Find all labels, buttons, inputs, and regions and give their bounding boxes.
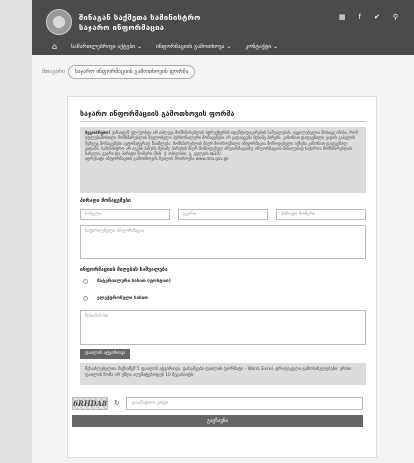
first-name-input[interactable]: სახელი [80, 209, 170, 220]
radio-electronic[interactable] [83, 296, 88, 301]
personal-id-input[interactable]: პირადი ნომერი [276, 209, 366, 220]
notice-footer: ადრესატი ინფორმაციის გამოთხოვის მეილის მ… [85, 156, 229, 162]
requested-info-textarea[interactable]: საჭიროებული ინფორმაცია [80, 225, 366, 259]
notice-box: მეგობრებო! ვინაიდან ელ-ფოსტა არ იძლევა მ… [80, 127, 366, 193]
breadcrumb-current: საჯარო ინფორმაციის გამოთხოვის ფორმა [67, 65, 196, 79]
refresh-captcha-icon[interactable]: ↻ [114, 399, 120, 407]
radio-post-label: მატერიალური სახით (ფოსტით) [97, 279, 171, 284]
breadcrumb-home[interactable]: მთავარი [42, 69, 65, 75]
last-name-input[interactable]: გვარი [178, 209, 268, 220]
upload-button[interactable]: ფაილის ატვირთვა [80, 349, 130, 359]
captcha-input[interactable]: დაამატოთ კოდი [126, 397, 363, 410]
captcha-image: 6RHDA8 [72, 397, 108, 410]
home-icon[interactable]: ⌂ [52, 42, 57, 51]
upload-info: შესაძლებელია მაქსიმუმ 5 ფაილის ატვირთვა,… [80, 363, 366, 385]
breadcrumb: მთავარი საჯარო ინფორმაციის გამოთხოვის ფო… [42, 65, 196, 79]
nav-item-legal-acts[interactable]: სამართლებრივი აქტები [71, 43, 142, 50]
delivery-option-electronic[interactable]: ელექტრონული სახით [83, 296, 148, 301]
nav-item-contact[interactable]: კონტაქტი [245, 43, 278, 50]
delivery-section-title: ინფორმაციის მიღების საშუალება [80, 267, 168, 273]
notice-text: ვინაიდან ელ-ფოსტა არ იძლევა მომხმარებლის… [85, 130, 358, 157]
page-content: მთავარი საჯარო ინფორმაციის გამოთხოვის ფო… [32, 55, 414, 463]
notice-lead: მეგობრებო! [85, 130, 111, 135]
nav-item-info-request[interactable]: ინფორმაციის გამოთხოვა [156, 43, 231, 50]
search-icon[interactable]: ⚲ [393, 12, 398, 22]
notice-paragraph: მეგობრებო! ვინაიდან ელ-ფოსტა არ იძლევა მ… [85, 130, 361, 156]
ministry-logo-icon[interactable] [46, 9, 72, 35]
radio-electronic-label: ელექტრონული სახით [97, 296, 148, 301]
title-divider [80, 121, 366, 122]
grid-icon[interactable]: ▦ [339, 12, 346, 22]
header-icons: ▦ f ✔ ⚲ [339, 12, 398, 22]
submit-button[interactable]: გაგზავნა [72, 415, 363, 427]
requester-section-title: პირადი მონაცემები [80, 198, 131, 204]
facebook-icon[interactable]: f [359, 12, 361, 22]
address-textarea[interactable]: მისამართი [80, 310, 366, 345]
brand-line-1[interactable]: შინაგან საქმეთა სამინისტრო [79, 13, 200, 22]
radio-post[interactable] [83, 279, 88, 284]
brand-line-2[interactable]: საჯარო ინფორმაცია [79, 23, 164, 32]
main-nav: ⌂ სამართლებრივი აქტები ინფორმაციის გამოთ… [32, 37, 414, 55]
twitter-icon[interactable]: ✔ [374, 12, 380, 22]
delivery-option-post[interactable]: მატერიალური სახით (ფოსტით) [83, 279, 171, 284]
form-title: საჯარო ინფორმაციის გამოთხოვის ფორმა [80, 110, 235, 118]
